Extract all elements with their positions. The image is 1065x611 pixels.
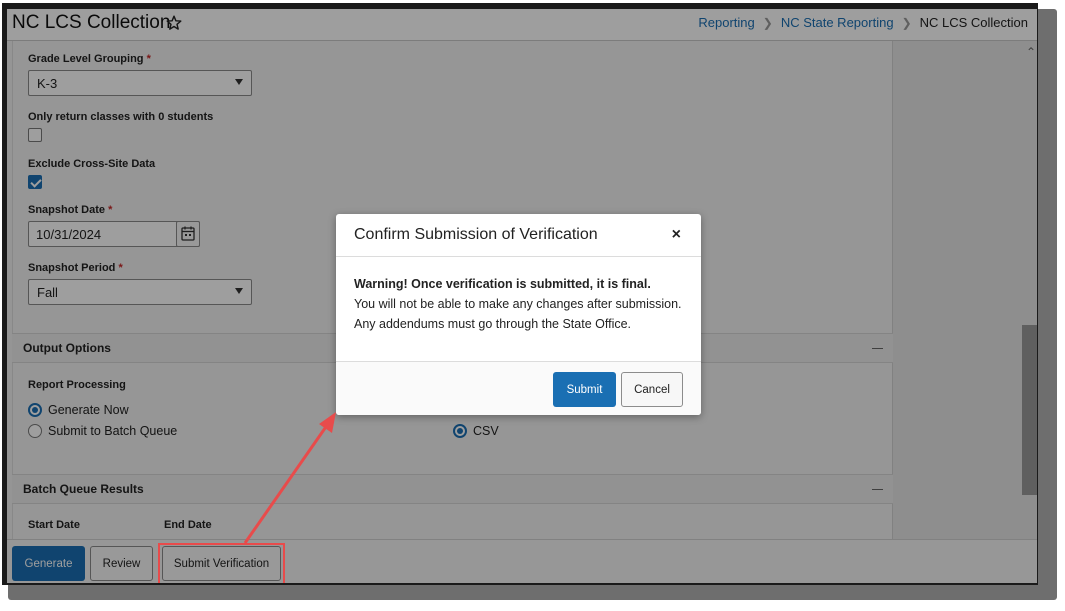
annotation-arrow	[243, 412, 336, 544]
window-frame: NC LCS Collection Reporting ❯ NC State R…	[2, 3, 1038, 585]
app-window: NC LCS Collection Reporting ❯ NC State R…	[7, 9, 1037, 583]
